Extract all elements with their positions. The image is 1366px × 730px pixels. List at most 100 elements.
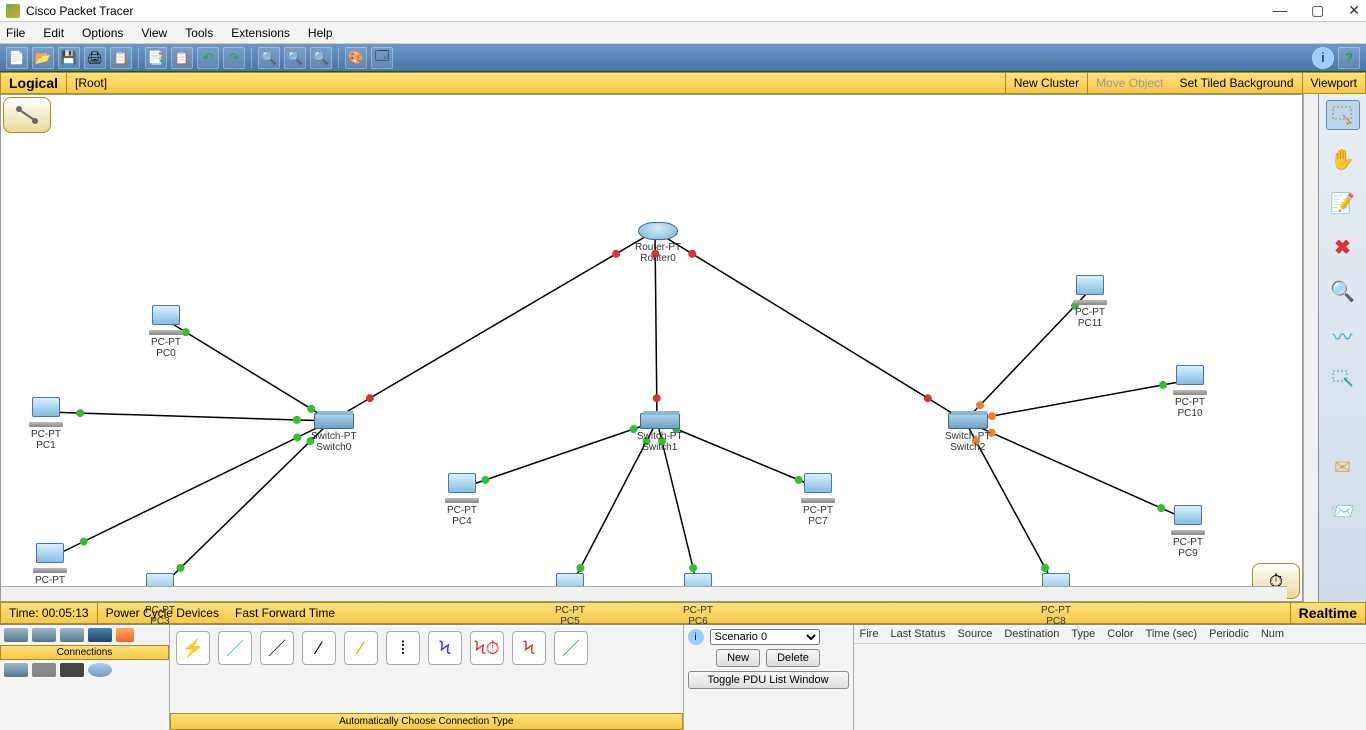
phone-cable-icon[interactable]: ⁞ <box>386 631 420 665</box>
device-pc0[interactable]: PC-PTPC0 <box>149 305 183 359</box>
undo-icon[interactable]: ↶ <box>197 47 219 69</box>
pdu-list-panel: Fire Last Status Source Destination Type… <box>854 625 1366 730</box>
crossover-cable-icon[interactable]: ∕ <box>302 631 336 665</box>
menu-options[interactable]: Options <box>82 26 123 40</box>
routers-category-icon[interactable] <box>4 628 28 642</box>
switches-category-icon[interactable] <box>32 628 56 642</box>
move-object-button: Move Object <box>1087 73 1171 93</box>
device-label: PC-PTPC10 <box>1175 397 1205 419</box>
col-periodic[interactable]: Periodic <box>1209 628 1249 640</box>
select-tool-icon[interactable] <box>1326 100 1360 130</box>
zoom-reset-icon[interactable]: 🔍 <box>284 47 306 69</box>
connections-category-icon[interactable] <box>116 628 134 642</box>
device-pc4[interactable]: PC-PTPC4 <box>445 473 479 527</box>
zoom-in-icon[interactable]: 🔍 <box>258 47 280 69</box>
wireless-category-icon[interactable] <box>88 628 112 642</box>
col-destination[interactable]: Destination <box>1004 628 1059 640</box>
multiuser-icon[interactable] <box>88 663 112 677</box>
dialog-icon[interactable]: 🗔 <box>371 47 393 69</box>
menu-file[interactable]: File <box>6 26 25 40</box>
end-devices-icon[interactable] <box>4 663 28 677</box>
col-type[interactable]: Type <box>1071 628 1095 640</box>
device-switch0[interactable]: Switch-PTSwitch0 <box>311 413 357 453</box>
col-time[interactable]: Time (sec) <box>1146 628 1198 640</box>
menu-view[interactable]: View <box>141 26 167 40</box>
delete-scenario-button[interactable]: Delete <box>766 649 820 667</box>
device-pc11[interactable]: PC-PTPC11 <box>1073 275 1107 329</box>
menu-help[interactable]: Help <box>308 26 333 40</box>
paste-icon[interactable]: 📋 <box>171 47 193 69</box>
device-switch2[interactable]: Switch-PTSwitch2 <box>945 413 991 453</box>
device-layer: Router-PTRouter0 Switch-PTSwitch0 Switch-P… <box>1 95 1302 601</box>
menu-extensions[interactable]: Extensions <box>231 26 290 40</box>
close-button[interactable]: ✕ <box>1348 2 1360 19</box>
device-label: Switch-PTSwitch0 <box>311 431 357 453</box>
device-router0[interactable]: Router-PTRouter0 <box>635 222 681 264</box>
open-file-icon[interactable]: 📂 <box>32 47 54 69</box>
copy-icon[interactable]: 📑 <box>145 47 167 69</box>
device-pc7[interactable]: PC-PTPC7 <box>801 473 835 527</box>
minimize-button[interactable]: — <box>1273 2 1287 19</box>
straight-cable-icon[interactable]: ／ <box>260 631 294 665</box>
toggle-pdu-list-button[interactable]: Toggle PDU List Window <box>688 671 849 689</box>
maximize-button[interactable]: ▢ <box>1311 2 1324 19</box>
zoom-out-icon[interactable]: 🔍 <box>310 47 332 69</box>
menu-edit[interactable]: Edit <box>43 26 64 40</box>
connections-label: Connections <box>0 645 169 660</box>
simple-pdu-icon[interactable]: ✉ <box>1326 452 1360 482</box>
note-tool-icon[interactable]: 📝 <box>1326 188 1360 218</box>
draw-tool-icon[interactable]: 〰 <box>1326 320 1360 350</box>
horizontal-scrollbar[interactable] <box>1 586 1287 601</box>
help-icon[interactable]: ? <box>1338 47 1360 69</box>
pdu-list-header: Fire Last Status Source Destination Type… <box>854 625 1366 644</box>
hubs-category-icon[interactable] <box>60 628 84 642</box>
router-icon <box>638 222 678 240</box>
fiber-cable-icon[interactable]: ∕ <box>344 631 378 665</box>
col-source[interactable]: Source <box>958 628 993 640</box>
redo-icon[interactable]: ↷ <box>223 47 245 69</box>
menu-tools[interactable]: Tools <box>185 26 213 40</box>
complex-pdu-icon[interactable]: 📨 <box>1326 496 1360 526</box>
delete-tool-icon[interactable]: ✖ <box>1326 232 1360 262</box>
bottom-panel: Connections ⚡ ／ ／ ∕ ∕ ⁞ Ϟ Ϟ⏱ Ϟ ／ Automat… <box>0 624 1366 730</box>
device-label: PC-PTPC7 <box>803 505 833 527</box>
auto-connection-icon[interactable]: ⚡ <box>176 631 210 665</box>
breadcrumb-root[interactable]: [Root] <box>66 73 115 93</box>
info-bubble-icon[interactable]: i <box>688 629 704 645</box>
print-icon[interactable]: 🖨 <box>84 47 106 69</box>
palette-icon[interactable]: 🎨 <box>345 47 367 69</box>
new-scenario-button[interactable]: New <box>716 649 760 667</box>
set-background-button[interactable]: Set Tiled Background <box>1171 76 1301 90</box>
new-cluster-button[interactable]: New Cluster <box>1005 73 1087 93</box>
info-icon[interactable]: i <box>1312 47 1334 69</box>
titlebar: Cisco Packet Tracer — ▢ ✕ <box>0 0 1366 22</box>
new-file-icon[interactable]: 📄 <box>6 47 28 69</box>
serial-dte-icon[interactable]: Ϟ <box>512 631 546 665</box>
save-icon[interactable]: 💾 <box>58 47 80 69</box>
col-fire[interactable]: Fire <box>860 628 879 640</box>
coaxial-cable-icon[interactable]: Ϟ <box>428 631 462 665</box>
serial-dce-icon[interactable]: Ϟ⏱ <box>470 631 504 665</box>
resize-tool-icon[interactable] <box>1326 364 1360 394</box>
console-cable-icon[interactable]: ／ <box>218 631 252 665</box>
device-pc9[interactable]: PC-PTPC9 <box>1171 505 1205 559</box>
fast-forward-button[interactable]: Fast Forward Time <box>227 606 343 620</box>
inspect-tool-icon[interactable]: 🔍 <box>1326 276 1360 306</box>
vertical-scrollbar[interactable] <box>1303 94 1318 602</box>
move-tool-icon[interactable]: ✋ <box>1326 144 1360 174</box>
octal-cable-icon[interactable]: ／ <box>554 631 588 665</box>
pc-icon <box>29 397 63 427</box>
col-last-status[interactable]: Last Status <box>890 628 945 640</box>
device-pc1[interactable]: PC-PTPC1 <box>29 397 63 451</box>
col-color[interactable]: Color <box>1107 628 1133 640</box>
custom-devices-icon[interactable] <box>60 663 84 677</box>
scenario-select[interactable]: Scenario 0 <box>710 629 820 645</box>
canvas-area[interactable]: ⏱ Router-PTRouter0Switch-PTSwitch0Switch… <box>0 94 1303 602</box>
pc-icon <box>1171 505 1205 535</box>
wizard-icon[interactable]: 📋 <box>110 47 132 69</box>
wan-emulation-icon[interactable] <box>32 663 56 677</box>
device-switch1[interactable]: Switch-PTSwitch1 <box>637 413 683 453</box>
device-pc10[interactable]: PC-PTPC10 <box>1173 365 1207 419</box>
col-num[interactable]: Num <box>1261 628 1284 640</box>
viewport-button[interactable]: Viewport <box>1302 73 1365 93</box>
